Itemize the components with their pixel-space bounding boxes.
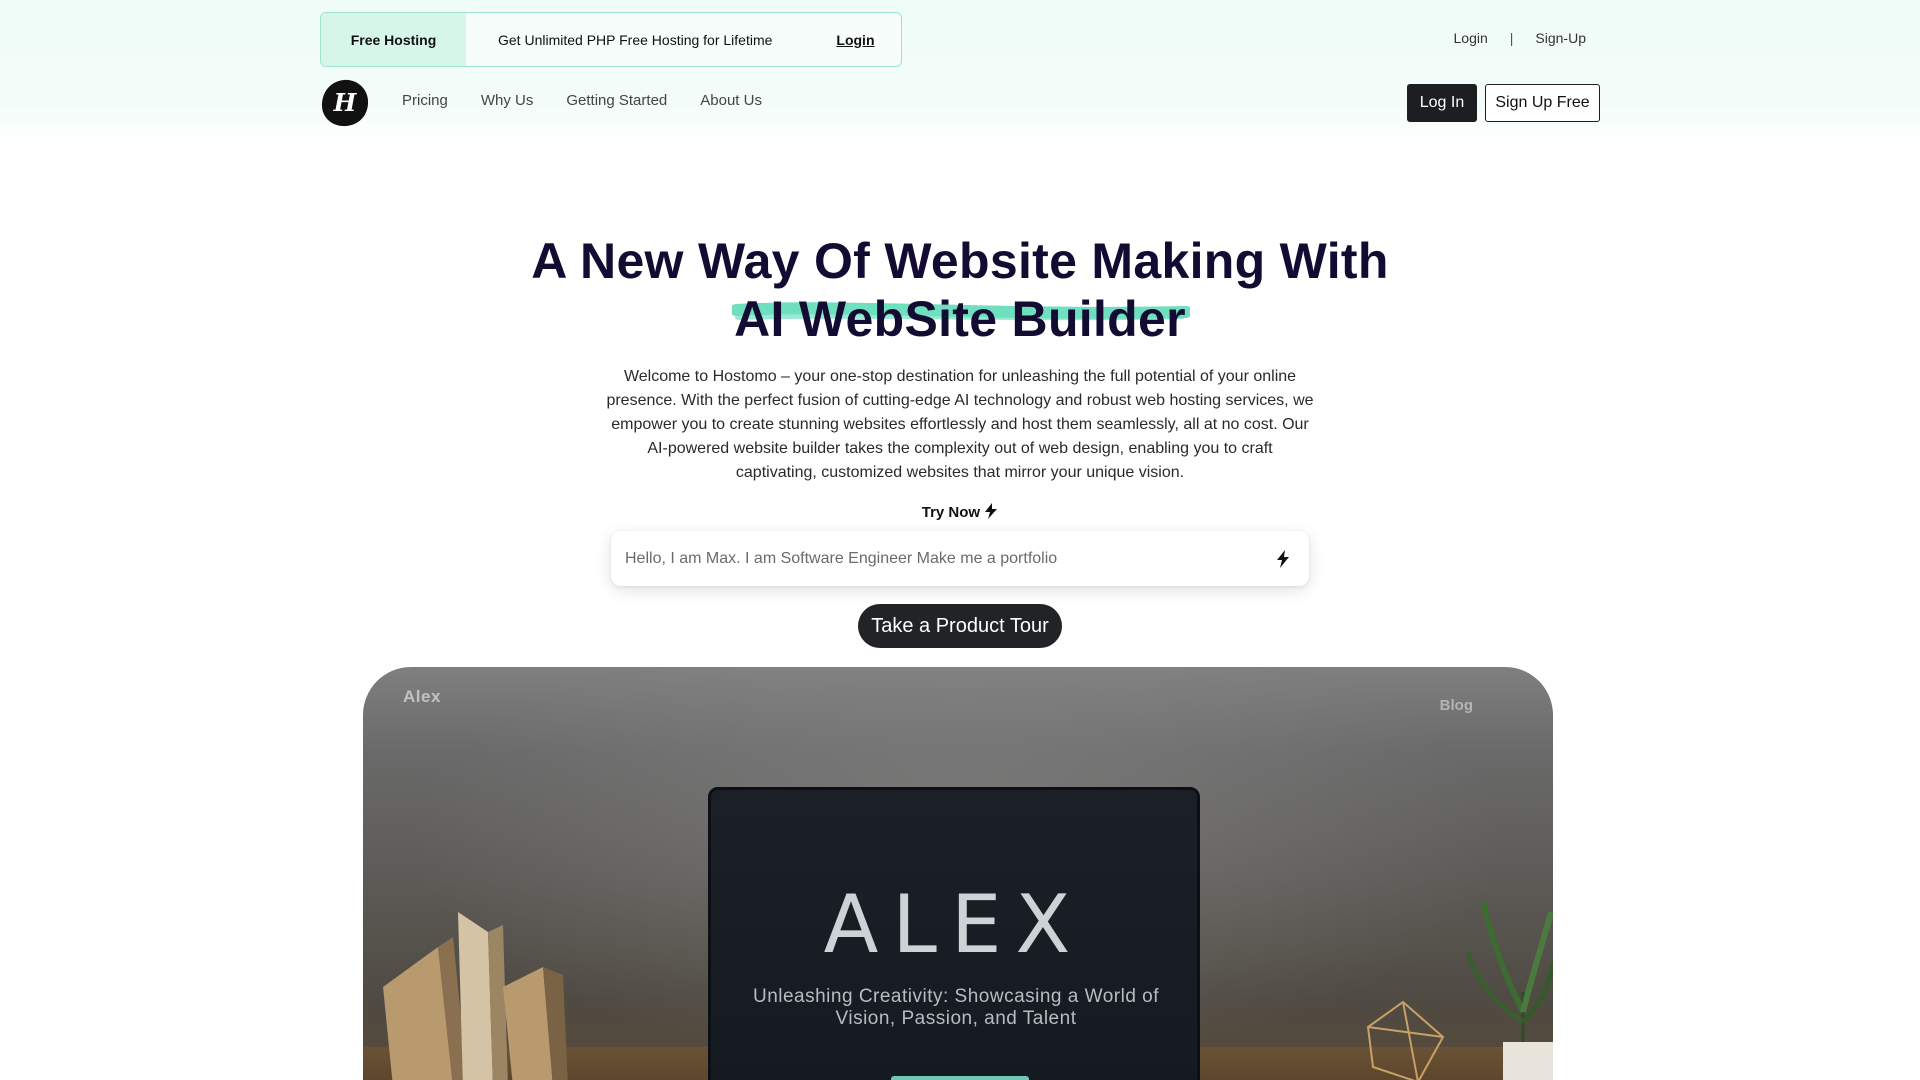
book-stand-illustration [383, 912, 568, 1080]
utility-login-link[interactable]: Login [1454, 30, 1488, 46]
geometric-decor-illustration [1366, 1000, 1445, 1080]
announcement-bar: Free Hosting Get Unlimited PHP Free Host… [320, 12, 902, 67]
preview-blog-link[interactable]: Blog [1440, 697, 1473, 714]
generate-lightning-icon[interactable] [1271, 547, 1295, 571]
logo-icon[interactable]: H [320, 78, 370, 128]
hero-title-line2: AI WebSite Builder [734, 291, 1186, 347]
utility-signup-link[interactable]: Sign-Up [1535, 30, 1586, 46]
ai-prompt-input[interactable] [625, 549, 1271, 568]
nav-why-us[interactable]: Why Us [481, 92, 534, 109]
announcement-message: Get Unlimited PHP Free Hosting for Lifet… [498, 31, 773, 48]
announcement-login-link[interactable]: Login [836, 32, 874, 48]
nav-getting-started[interactable]: Getting Started [566, 92, 667, 109]
lightning-icon [984, 503, 998, 521]
preview-monitor: ALEX Unleashing Creativity: Showcasing a… [708, 787, 1200, 1080]
login-button[interactable]: Log In [1407, 84, 1477, 122]
signup-button[interactable]: Sign Up Free [1485, 84, 1600, 122]
nav-about-us[interactable]: About Us [700, 92, 762, 109]
try-now-label: Try Now [0, 503, 1920, 521]
plant-illustration [1465, 901, 1553, 1080]
header-background [0, 0, 1920, 145]
ai-prompt-box [611, 531, 1309, 586]
announcement-tag: Free Hosting [321, 13, 466, 66]
utility-separator: | [1509, 30, 1514, 46]
hero-title-line1: A New Way Of Website Making With [531, 233, 1389, 289]
hero-title: A New Way Of Website Making With AI WebS… [0, 232, 1920, 348]
main-nav: Pricing Why Us Getting Started About Us [402, 92, 762, 109]
product-tour-button[interactable]: Take a Product Tour [858, 604, 1062, 648]
website-preview: Alex Blog ALEX Unleashing Creativity: Sh… [363, 667, 1553, 1080]
preview-brand: Alex [403, 687, 441, 706]
preview-screen-tagline: Unleashing Creativity: Showcasing a Worl… [752, 986, 1160, 1029]
preview-screen-cta [891, 1076, 1029, 1080]
nav-pricing[interactable]: Pricing [402, 92, 448, 109]
preview-screen-title: ALEX [823, 878, 1085, 971]
utility-nav: Login | Sign-Up [1454, 30, 1587, 46]
try-now-text: Try Now [921, 504, 981, 521]
svg-text:H: H [333, 88, 358, 117]
hero-description: Welcome to Hostomo – your one-stop desti… [606, 368, 1314, 481]
